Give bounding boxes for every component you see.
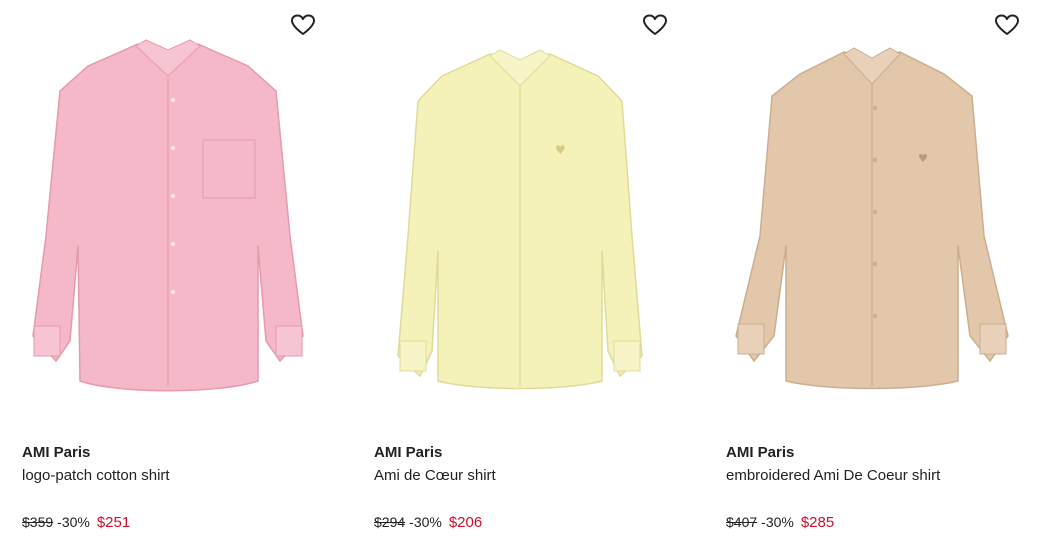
product-name[interactable]: logo-patch cotton shirt: [22, 467, 170, 484]
sale-price: $285: [800, 514, 835, 531]
heart-outline-icon: [995, 14, 1019, 35]
product-grid: AMI Paris logo-patch cotton shirt $359 -…: [0, 0, 1050, 540]
product-price: $294 -30% $206: [374, 514, 482, 531]
original-price: $407: [726, 514, 758, 530]
svg-text:♥: ♥: [555, 143, 566, 157]
sale-price: $251: [96, 514, 131, 531]
product-image[interactable]: [18, 36, 318, 396]
product-card[interactable]: ♥ AMI Paris embroidered Ami De Coeur shi…: [704, 0, 1034, 540]
original-price: $294: [374, 514, 406, 530]
discount-badge: -30%: [57, 514, 90, 530]
shirt-image: ♥: [735, 47, 1009, 390]
product-name[interactable]: embroidered Ami De Coeur shirt: [726, 467, 940, 484]
svg-text:♥: ♥: [918, 152, 928, 165]
shirt-image: ♥: [397, 49, 643, 390]
product-image[interactable]: ♥: [370, 36, 670, 396]
wishlist-button[interactable]: [994, 12, 1020, 38]
product-brand[interactable]: AMI Paris: [726, 444, 794, 461]
product-image[interactable]: ♥: [722, 36, 1022, 396]
heart-outline-icon: [291, 14, 315, 35]
product-card[interactable]: ♥ AMI Paris Ami de Cœur shirt $294 -30% …: [352, 0, 682, 540]
discount-badge: -30%: [409, 514, 442, 530]
product-brand[interactable]: AMI Paris: [22, 444, 90, 461]
product-brand[interactable]: AMI Paris: [374, 444, 442, 461]
discount-badge: -30%: [761, 514, 794, 530]
original-price: $359: [22, 514, 54, 530]
product-price: $359 -30% $251: [22, 514, 130, 531]
product-name[interactable]: Ami de Cœur shirt: [374, 467, 496, 484]
product-card[interactable]: AMI Paris logo-patch cotton shirt $359 -…: [0, 0, 330, 540]
heart-outline-icon: [643, 14, 667, 35]
product-price: $407 -30% $285: [726, 514, 834, 531]
shirt-image: [32, 39, 304, 392]
wishlist-button[interactable]: [642, 12, 668, 38]
wishlist-button[interactable]: [290, 12, 316, 38]
sale-price: $206: [448, 514, 483, 531]
